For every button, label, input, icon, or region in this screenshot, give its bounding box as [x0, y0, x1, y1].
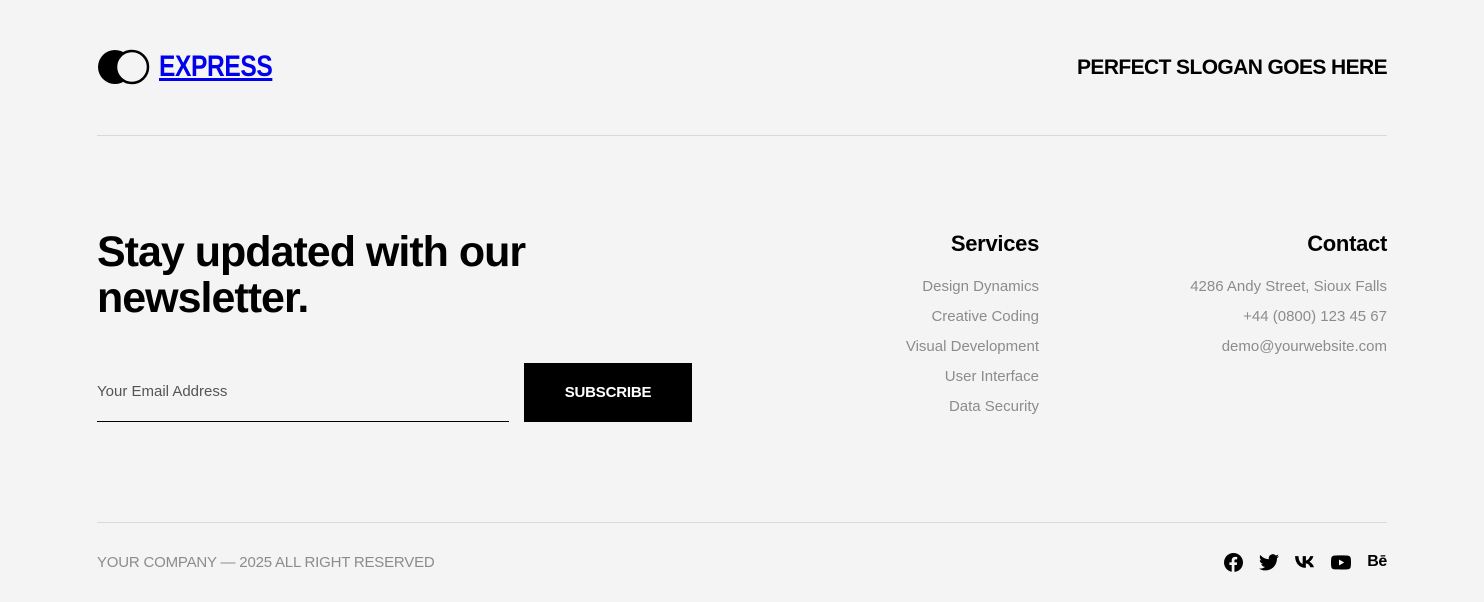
list-item: Creative Coding — [906, 302, 1039, 332]
subscribe-button[interactable]: SUBSCRIBE — [524, 363, 692, 422]
behance-link[interactable]: Bē — [1367, 551, 1387, 573]
email-field[interactable] — [97, 362, 509, 422]
youtube-icon — [1331, 554, 1351, 570]
services-title: Services — [950, 231, 1039, 256]
header-divider — [97, 135, 1387, 136]
list-item: demo@yourwebsite.com — [1190, 332, 1387, 362]
footer-divider — [97, 522, 1387, 523]
list-item: Design Dynamics — [906, 272, 1039, 302]
vk-link[interactable] — [1295, 551, 1315, 573]
contact-column: Contact 4286 Andy Street, Sioux Falls +4… — [1190, 230, 1387, 362]
service-link-data-security[interactable]: Data Security — [949, 398, 1039, 415]
list-item: Visual Development — [906, 332, 1039, 362]
copyright-text: YOUR COMPANY — 2025 ALL RIGHT RESERVED — [97, 554, 435, 571]
facebook-link[interactable] — [1223, 551, 1243, 573]
contact-title: Contact — [1307, 231, 1387, 256]
newsletter-headline: Stay updated with our newsletter. — [97, 228, 526, 322]
vk-icon — [1295, 556, 1314, 568]
logo-mark-icon — [98, 49, 150, 85]
list-item: Data Security — [906, 392, 1039, 422]
service-link-creative-coding[interactable]: Creative Coding — [931, 308, 1039, 325]
service-link-design-dynamics[interactable]: Design Dynamics — [922, 278, 1039, 295]
services-list: Design Dynamics Creative Coding Visual D… — [906, 272, 1039, 422]
behance-icon: Bē — [1367, 553, 1387, 570]
social-links: Bē — [1223, 551, 1387, 573]
services-column: Services Design Dynamics Creative Coding… — [906, 230, 1039, 422]
contact-email-link[interactable]: demo@yourwebsite.com — [1222, 338, 1387, 355]
service-link-visual-development[interactable]: Visual Development — [906, 338, 1039, 355]
brand-logo[interactable]: EXPRESS — [97, 49, 297, 85]
list-item: User Interface — [906, 362, 1039, 392]
youtube-link[interactable] — [1331, 551, 1351, 573]
brand-name: EXPRESS — [159, 50, 273, 83]
twitter-icon — [1259, 553, 1279, 570]
twitter-link[interactable] — [1259, 551, 1279, 573]
email-input[interactable] — [97, 362, 509, 420]
contact-phone-link[interactable]: +44 (0800) 123 45 67 — [1243, 308, 1387, 325]
list-item: +44 (0800) 123 45 67 — [1190, 302, 1387, 332]
header-slogan: PERFECT SLOGAN GOES HERE — [1077, 56, 1388, 79]
facebook-icon — [1223, 552, 1243, 572]
contact-address: 4286 Andy Street, Sioux Falls — [1190, 278, 1387, 295]
contact-list: 4286 Andy Street, Sioux Falls +44 (0800)… — [1190, 272, 1387, 362]
service-link-user-interface[interactable]: User Interface — [945, 368, 1039, 385]
